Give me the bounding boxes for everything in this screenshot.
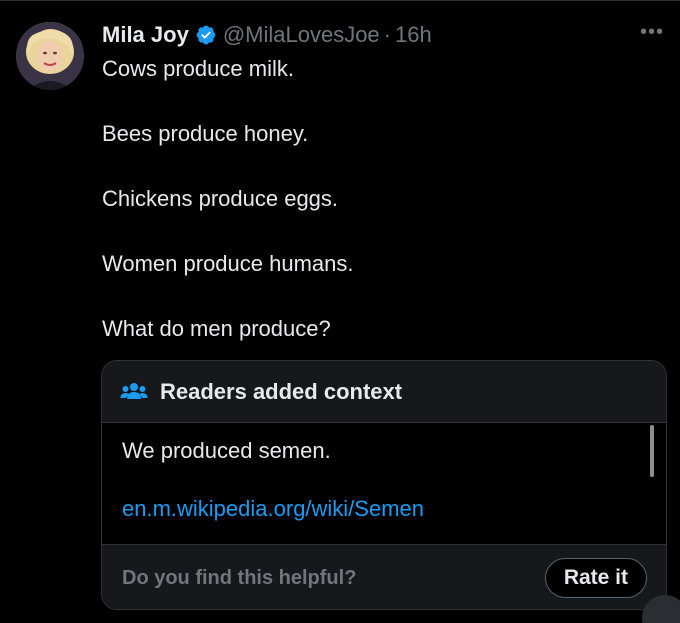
note-header[interactable]: Readers added context (102, 361, 666, 423)
scrollbar[interactable] (650, 425, 654, 477)
avatar[interactable] (16, 22, 84, 90)
more-horizontal-icon[interactable]: ••• (640, 22, 664, 42)
rate-it-button[interactable]: Rate it (544, 558, 647, 598)
note-text: We produced semen. (122, 438, 331, 463)
tweet-line: Bees produce honey. (102, 121, 309, 146)
verified-badge-icon[interactable] (195, 24, 217, 46)
tweet-line: Cows produce milk. (102, 56, 294, 81)
note-title: Readers added context (160, 378, 403, 404)
author-handle[interactable]: @MilaLovesJoe (223, 22, 380, 48)
community-note: Readers added context We produced semen.… (101, 360, 667, 610)
tweet-header: Mila Joy @MilaLovesJoe · 16h (102, 20, 432, 50)
tweet-line: Chickens produce eggs. (102, 186, 339, 211)
tweet-line: What do men produce? (102, 316, 331, 341)
tweet-body: Cows produce milk. Bees produce honey. C… (102, 55, 662, 343)
top-divider (0, 0, 680, 5)
note-body: We produced semen. en.m.wikipedia.org/wi… (102, 423, 666, 545)
tweet-view: Mila Joy @MilaLovesJoe · 16h ••• Cows pr… (0, 0, 680, 623)
note-footer: Do you find this helpful? Rate it (102, 545, 666, 609)
people-icon (120, 381, 148, 403)
avatar-image (16, 22, 84, 90)
separator-dot: · (383, 22, 391, 47)
tweet-line: Women produce humans. (102, 251, 354, 276)
author-name[interactable]: Mila Joy (102, 22, 189, 48)
timestamp[interactable]: 16h (395, 22, 432, 48)
note-source-link[interactable]: en.m.wikipedia.org/wiki/Semen (122, 495, 646, 523)
helpful-prompt: Do you find this helpful? (122, 566, 357, 589)
